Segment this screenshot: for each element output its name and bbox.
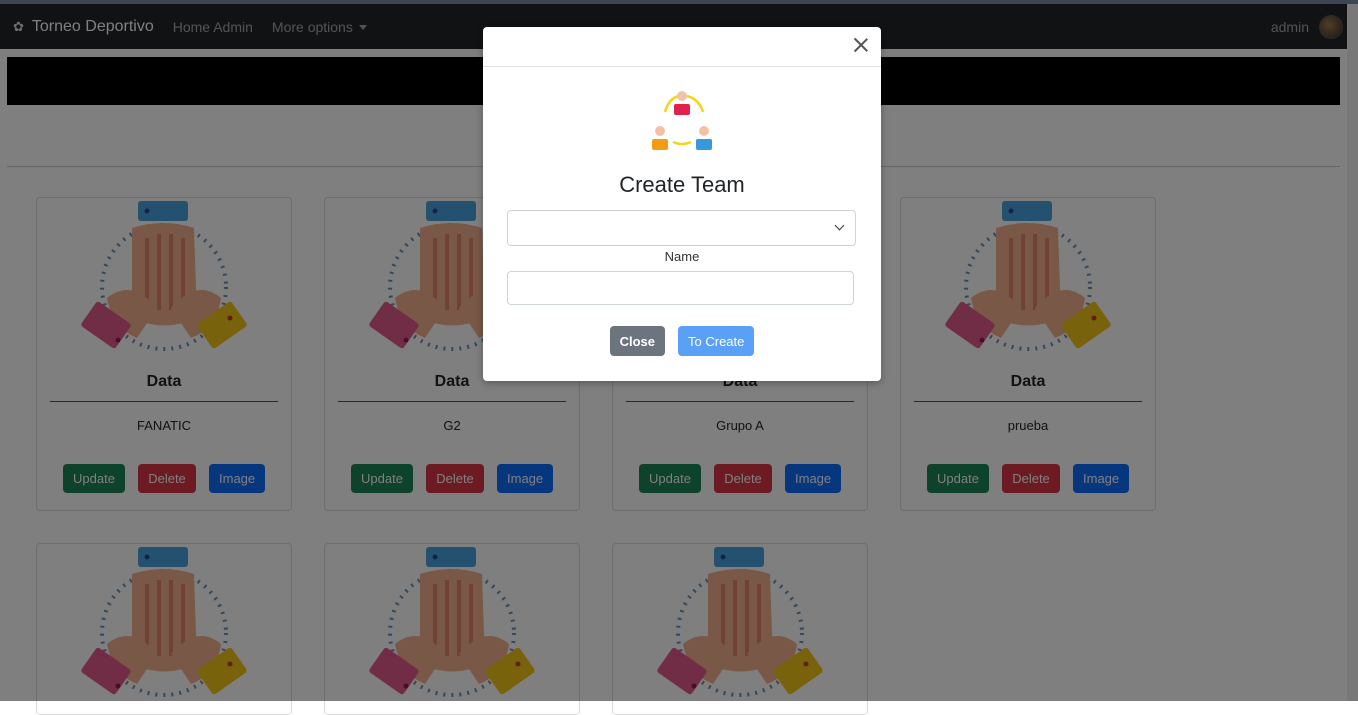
modal-header <box>483 27 881 67</box>
name-input[interactable] <box>507 271 854 305</box>
team-select[interactable] <box>507 210 856 246</box>
create-button[interactable]: To Create <box>678 326 755 356</box>
modal-title: Create Team <box>619 172 745 197</box>
team-cycle-icon <box>652 91 712 150</box>
close-button[interactable]: Close <box>609 326 666 356</box>
create-team-modal: Create Team Name Close To Create <box>483 27 881 381</box>
chevron-down-icon <box>834 220 845 231</box>
name-label: Name <box>664 249 700 264</box>
close-icon[interactable] <box>853 37 869 53</box>
